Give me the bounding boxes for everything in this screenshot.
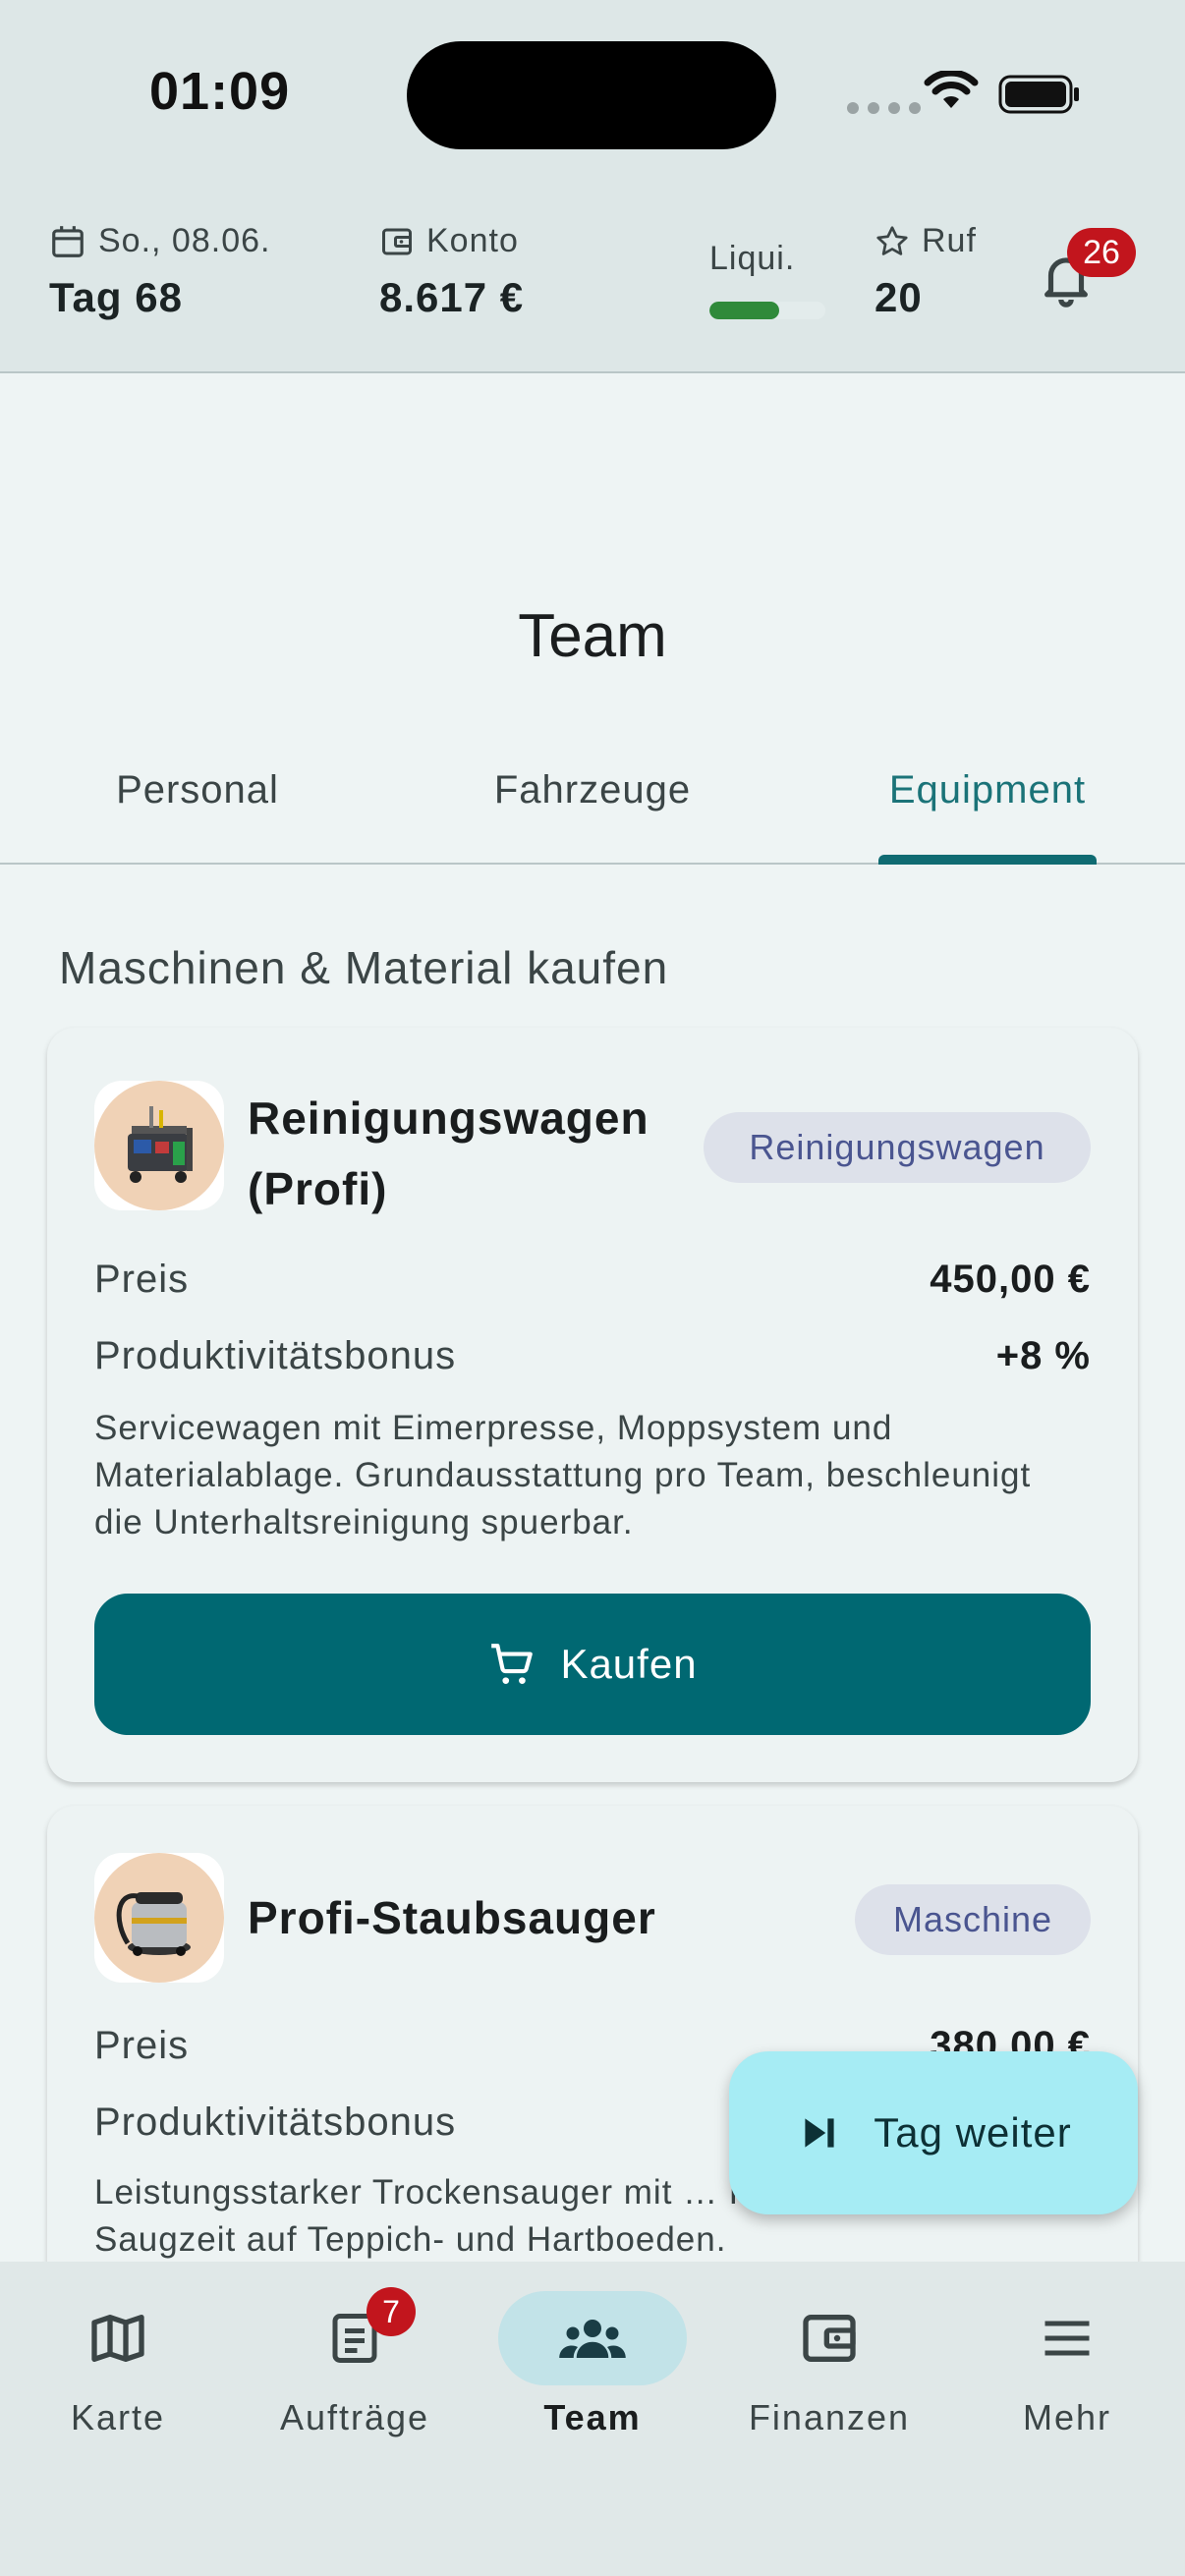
- next-day-button[interactable]: Tag weiter: [729, 2051, 1138, 2214]
- nav-label: Aufträge: [279, 2397, 430, 2437]
- tab-bar: Personal Fahrzeuge Equipment: [0, 756, 1185, 865]
- bonus-label: Produktivitätsbonus: [94, 2100, 457, 2144]
- product-image: [94, 1853, 224, 1983]
- wallet-icon: [382, 228, 412, 254]
- vacuum-cleaner-image: [94, 1853, 224, 1983]
- account-value: 8.617 €: [379, 274, 525, 320]
- section-title: Maschinen & Material kaufen: [59, 942, 669, 993]
- account-label: Konto: [426, 222, 519, 259]
- dynamic-island: [407, 41, 776, 149]
- product-name-line1: Reinigungswagen: [248, 1092, 649, 1144]
- battery-icon: [998, 75, 1079, 114]
- buy-button[interactable]: Kaufen: [94, 1594, 1091, 1735]
- nav-label: Karte: [70, 2397, 166, 2437]
- cellular-signal-icon: [847, 102, 921, 114]
- price-label: Preis: [94, 1258, 190, 1301]
- group-icon: [559, 2320, 626, 2358]
- product-name: Reinigungswagen (Profi): [248, 1083, 649, 1224]
- nav-item-team[interactable]: Team: [475, 2291, 710, 2438]
- date-label: So., 08.06.: [98, 222, 271, 259]
- bonus-label: Produktivitätsbonus: [94, 1334, 457, 1377]
- orders-badge: 7: [367, 2287, 416, 2336]
- day-value: Tag 68: [49, 274, 183, 320]
- liquidity-bar-fill: [709, 302, 779, 319]
- price-label: Preis: [94, 2024, 190, 2067]
- nav-item-auftraege[interactable]: 7 Aufträge: [237, 2287, 473, 2438]
- buy-button-label: Kaufen: [560, 1641, 698, 1687]
- liquidity-display: Liqui.: [709, 240, 825, 319]
- tab-indicator: [878, 855, 1097, 865]
- liquidity-bar: [709, 302, 825, 319]
- star-icon: [876, 225, 908, 255]
- wifi-icon: [924, 71, 979, 108]
- reputation-value: 20: [875, 274, 923, 320]
- liquidity-label: Liqui.: [709, 240, 796, 277]
- account-display: Konto 8.617 €: [379, 222, 524, 321]
- date-display: So., 08.06. Tag 68: [49, 222, 270, 321]
- category-chip: Maschine: [855, 1884, 1091, 1955]
- category-chip: Reinigungswagen: [704, 1112, 1091, 1183]
- bonus-value: +8 %: [995, 1334, 1091, 1377]
- reputation-display: Ruf 20: [875, 222, 977, 321]
- wallet-icon: [803, 2315, 856, 2362]
- nav-label: Finanzen: [748, 2397, 911, 2437]
- product-description: Servicewagen mit Eimerpresse, Moppsystem…: [94, 1409, 1032, 1541]
- cart-icon: [491, 1644, 534, 1684]
- product-name-line2: (Profi): [248, 1163, 388, 1214]
- tab-personal[interactable]: Personal: [81, 768, 314, 812]
- calendar-icon: [52, 225, 84, 257]
- bottom-navigation: Karte 7 Aufträge Team Finanzen Mehr: [0, 2262, 1185, 2576]
- tab-equipment[interactable]: Equipment: [865, 768, 1110, 812]
- nav-label: Mehr: [1022, 2397, 1112, 2437]
- nav-item-karte[interactable]: Karte: [0, 2291, 236, 2438]
- cleaning-cart-image: [94, 1081, 224, 1210]
- menu-icon: [1044, 2321, 1090, 2356]
- price-value: 450,00 €: [930, 1258, 1091, 1301]
- product-card: Reinigungswagen (Profi) Reinigungswagen …: [47, 1028, 1138, 1782]
- nav-item-mehr[interactable]: Mehr: [949, 2291, 1185, 2438]
- product-name: Profi-Staubsauger: [248, 1892, 656, 1943]
- page-title: Team: [518, 602, 667, 670]
- skip-next-icon: [805, 2118, 834, 2148]
- map-icon: [91, 2315, 144, 2362]
- next-day-label: Tag weiter: [874, 2109, 1072, 2156]
- product-image: [94, 1081, 224, 1210]
- nav-label: Team: [543, 2397, 642, 2437]
- reputation-label: Ruf: [922, 222, 977, 259]
- status-time: 01:09: [149, 62, 291, 121]
- notification-badge: 26: [1067, 228, 1136, 277]
- tab-fahrzeuge[interactable]: Fahrzeuge: [466, 768, 719, 812]
- nav-item-finanzen[interactable]: Finanzen: [711, 2291, 947, 2438]
- app-header: 01:09 So., 08.06. Tag 68 Konto 8.617 € L…: [0, 0, 1185, 373]
